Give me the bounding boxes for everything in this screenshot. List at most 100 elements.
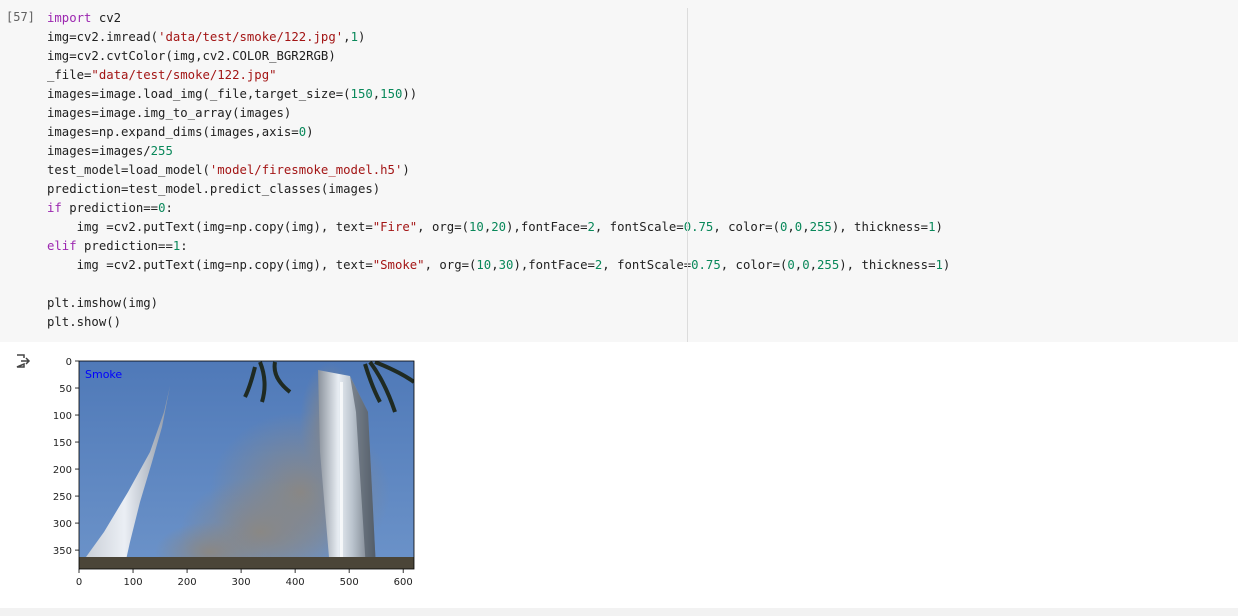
code-token: ) xyxy=(306,125,314,139)
code-token: img =cv2.putText(img=np.copy(img), text= xyxy=(47,258,373,272)
code-token: images=image.img_to_array(images) xyxy=(47,106,292,120)
code-token: 255 xyxy=(809,220,832,234)
code-line[interactable]: images=image.load_img(_file,target_size=… xyxy=(47,85,950,104)
output-plot: Smoke 0 50 100 150 200 250 300 350 0 100 200 300 40… xyxy=(53,357,415,588)
execution-count: [57] xyxy=(6,10,35,24)
code-token: , color=( xyxy=(720,258,788,272)
code-line[interactable]: img=cv2.imread('data/test/smoke/122.jpg'… xyxy=(47,28,950,47)
code-line[interactable]: images=np.expand_dims(images,axis=0) xyxy=(47,123,950,142)
code-token: 1 xyxy=(350,30,358,44)
code-token: 20 xyxy=(491,220,507,234)
code-token: ),fontFace= xyxy=(513,258,595,272)
code-token: 0.75 xyxy=(691,258,721,272)
code-token: , org=( xyxy=(417,220,469,234)
code-token: img=cv2.imread( xyxy=(47,30,159,44)
line-length-ruler xyxy=(687,8,688,342)
code-token: 0.75 xyxy=(683,220,714,234)
code-token: cv2 xyxy=(91,11,122,25)
code-line[interactable]: plt.show() xyxy=(47,313,950,332)
photo-image: Smoke xyxy=(79,361,414,569)
code-line[interactable] xyxy=(47,275,950,294)
code-token: 10 xyxy=(469,220,484,234)
code-token: elif xyxy=(47,239,77,253)
x-tick-label: 600 xyxy=(394,577,413,588)
code-editor[interactable]: import cv2 img=cv2.imread('data/test/smok… xyxy=(47,9,950,332)
code-line[interactable]: import cv2 xyxy=(47,9,950,28)
code-line[interactable]: prediction=test_model.predict_classes(im… xyxy=(47,180,950,199)
code-token: )) xyxy=(402,87,418,101)
code-token: prediction== xyxy=(61,201,159,215)
code-token: "Fire" xyxy=(372,220,418,234)
code-token: , xyxy=(787,220,795,234)
code-token: import xyxy=(47,11,92,25)
code-token: , fontScale= xyxy=(602,258,692,272)
x-tick-label: 300 xyxy=(232,577,251,588)
code-token: prediction== xyxy=(76,239,173,253)
x-tick-label: 200 xyxy=(178,577,197,588)
code-token: ) xyxy=(402,163,410,177)
x-tick-label: 100 xyxy=(123,577,142,588)
overlay-label: Smoke xyxy=(85,368,122,381)
x-tick-label: 500 xyxy=(340,577,359,588)
code-token: , fontScale= xyxy=(594,220,684,234)
code-token: prediction=test_model.predict_classes(im… xyxy=(47,182,381,196)
code-token: images=image.load_img(_file,target_size=… xyxy=(47,87,351,101)
code-token: 150 xyxy=(380,87,403,101)
x-tick-label: 400 xyxy=(286,577,305,588)
code-token: images=images/ xyxy=(47,144,151,158)
y-tick-label: 150 xyxy=(53,438,72,449)
code-line[interactable]: img =cv2.putText(img=np.copy(img), text=… xyxy=(47,256,951,275)
code-token: , org=( xyxy=(424,258,477,272)
y-tick-label: 200 xyxy=(53,465,72,476)
code-line[interactable]: img=cv2.cvtColor(img,cv2.COLOR_BGR2RGB) xyxy=(47,47,950,66)
code-token: 'model/firesmoke_model.h5' xyxy=(209,163,403,177)
code-token: ) xyxy=(942,258,951,272)
code-token: 255 xyxy=(817,258,840,272)
code-token: 10 xyxy=(476,258,492,272)
code-line[interactable]: if prediction==0: xyxy=(47,199,950,218)
code-token: 30 xyxy=(498,258,514,272)
code-token: , xyxy=(809,258,818,272)
code-token: 0 xyxy=(787,258,795,272)
code-token: img =cv2.putText(img=np.copy(img), text= xyxy=(47,220,373,234)
code-line[interactable]: img =cv2.putText(img=np.copy(img), text=… xyxy=(47,218,950,237)
x-tick-label: 0 xyxy=(76,577,82,588)
code-token: "Smoke" xyxy=(372,258,425,272)
code-token: plt.show() xyxy=(47,315,122,329)
code-token: plt.imshow(img) xyxy=(47,296,159,310)
code-token: ), thickness= xyxy=(839,258,936,272)
code-line[interactable]: test_model=load_model('model/firesmoke_m… xyxy=(47,161,950,180)
code-line[interactable]: plt.imshow(img) xyxy=(47,294,950,313)
code-token: , color=( xyxy=(713,220,780,234)
code-token: 2 xyxy=(587,220,595,234)
code-token: 255 xyxy=(150,144,173,158)
code-token: : xyxy=(165,201,173,215)
code-token: 'data/test/smoke/122.jpg' xyxy=(158,30,344,44)
code-token: img=cv2.cvtColor(img,cv2.COLOR_BGR2RGB) xyxy=(47,49,336,63)
y-tick-label: 300 xyxy=(53,519,72,530)
code-token: ), thickness= xyxy=(831,220,929,234)
x-axis: 0 100 200 300 400 500 600 xyxy=(76,569,413,588)
code-line[interactable]: images=images/255 xyxy=(47,142,950,161)
code-token: : xyxy=(180,239,188,253)
y-tick-label: 250 xyxy=(53,492,72,503)
code-line[interactable]: elif prediction==1: xyxy=(47,237,950,256)
y-tick-label: 100 xyxy=(53,411,72,422)
code-token: if xyxy=(47,201,62,215)
code-token: _file= xyxy=(47,68,92,82)
code-token: 150 xyxy=(350,87,373,101)
code-token: ) xyxy=(935,220,943,234)
code-line[interactable]: _file="data/test/smoke/122.jpg" xyxy=(47,66,950,85)
code-token: , xyxy=(802,220,810,234)
code-cell[interactable]: [57] import cv2 img=cv2.imread('data/test… xyxy=(0,0,1238,342)
code-token: , xyxy=(491,258,499,272)
code-token: ),fontFace= xyxy=(506,220,588,234)
code-token: ) xyxy=(357,30,366,44)
code-token: 0 xyxy=(802,258,810,272)
code-line[interactable]: images=image.img_to_array(images) xyxy=(47,104,950,123)
code-token: 1 xyxy=(935,258,943,272)
code-token: 0 xyxy=(298,125,307,139)
y-axis: 0 50 100 150 200 250 300 350 xyxy=(53,357,79,557)
code-token: test_model=load_model( xyxy=(47,163,210,177)
code-token: , xyxy=(343,30,351,44)
